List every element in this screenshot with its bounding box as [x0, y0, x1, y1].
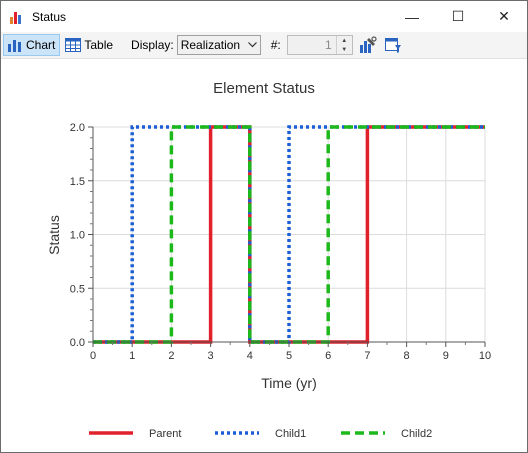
y-tick-label: 1.5: [70, 176, 85, 188]
table-view-label: Table: [84, 38, 114, 52]
window-title: Status: [32, 9, 67, 24]
x-tick-label: 5: [286, 350, 292, 362]
chart-title: Element Status: [213, 80, 315, 97]
x-tick-label: 8: [404, 350, 410, 362]
title-bar: Status — ☐ ✕: [1, 1, 527, 32]
y-tick-label: 0.0: [70, 337, 85, 349]
bar-chart-icon: [10, 10, 24, 24]
y-tick-label: 1.0: [70, 230, 85, 242]
x-axis-label: Time (yr): [261, 375, 316, 391]
chart-legend: Parent Child1 Child2: [89, 428, 432, 440]
y-axis-label: Status: [46, 215, 62, 255]
table-view-button[interactable]: Table: [62, 34, 117, 56]
spin-up-icon[interactable]: ▲: [337, 36, 352, 45]
toolbar: Chart Table Display: Realization #: 1 ▲ …: [1, 32, 527, 59]
x-tick-label: 3: [208, 350, 214, 362]
element-status-chart: Element Status 0 1 2 3 4 5 6 7 8 9 10 0.0 0.5 1.0 1.5 2…: [46, 80, 491, 440]
minimize-button[interactable]: —: [389, 1, 435, 32]
chart-style-icon: [384, 38, 401, 53]
chevron-down-icon: [247, 42, 257, 48]
close-button[interactable]: ✕: [481, 1, 527, 32]
legend-label-child1: Child1: [275, 428, 306, 440]
chart-view-label: Chart: [26, 38, 56, 52]
x-tick-label: 2: [168, 350, 174, 362]
chart-style-button[interactable]: [383, 35, 403, 55]
display-select-value: Realization: [180, 38, 241, 52]
display-select[interactable]: Realization: [176, 35, 261, 55]
x-tick-label: 6: [325, 350, 331, 362]
bar-chart-icon: [8, 40, 21, 52]
y-tick-label: 0.5: [70, 283, 85, 295]
realization-number-label: #:: [270, 38, 281, 52]
chart-properties-button[interactable]: [358, 35, 378, 55]
x-tick-label: 10: [479, 350, 491, 362]
x-tick-label: 4: [247, 350, 253, 362]
y-tick-label: 2.0: [70, 122, 85, 134]
chart-properties-icon: [359, 36, 377, 53]
maximize-button[interactable]: ☐: [435, 1, 481, 32]
x-tick-label: 1: [129, 350, 135, 362]
spin-down-icon[interactable]: ▼: [337, 45, 352, 54]
x-tick-label: 0: [90, 350, 96, 362]
chart-view-button[interactable]: Chart: [3, 34, 61, 56]
display-label: Display:: [131, 38, 174, 52]
realization-number-spinner[interactable]: 1 ▲ ▼: [286, 35, 353, 55]
x-tick-label: 9: [443, 350, 449, 362]
legend-label-parent: Parent: [149, 428, 181, 440]
status-window: Status — ☐ ✕ Chart Table Display: Realiz…: [0, 0, 528, 453]
table-icon: [65, 38, 82, 52]
realization-number-value: 1: [325, 38, 332, 52]
x-tick-label: 7: [364, 350, 370, 362]
legend-label-child2: Child2: [401, 428, 432, 440]
